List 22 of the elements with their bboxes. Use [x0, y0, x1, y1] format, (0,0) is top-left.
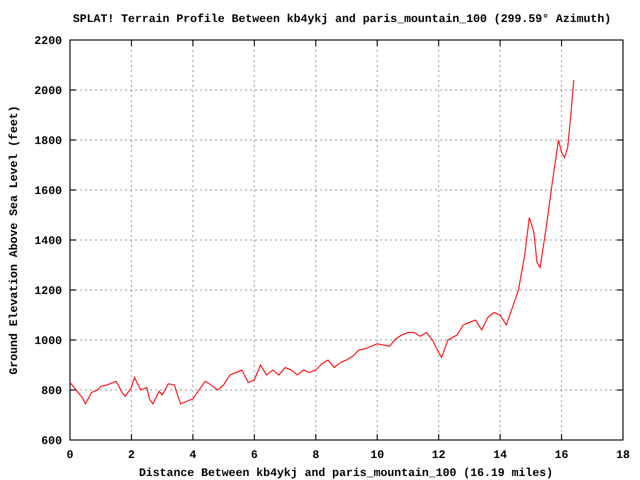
y-tick-label: 1000: [34, 335, 62, 348]
x-tick-label: 10: [370, 449, 384, 462]
x-tick-label: 2: [128, 449, 135, 462]
y-axis-label: Ground Elevation Above Sea Level (feet): [8, 105, 21, 375]
x-tick-label: 16: [554, 449, 568, 462]
chart-title: SPLAT! Terrain Profile Between kb4ykj and paris_mountain_100 (299.59° Azimuth): [72, 13, 612, 26]
y-tick-label: 2000: [34, 85, 62, 98]
y-tick-label: 1800: [34, 135, 62, 148]
x-tick-label: 0: [66, 449, 74, 462]
x-tick-label: 4: [189, 449, 196, 462]
x-tick-label: 12: [432, 449, 446, 462]
y-tick-label: 1600: [34, 185, 62, 198]
x-tick-label: 6: [250, 449, 258, 462]
x-tick-label: 14: [493, 449, 508, 462]
x-tick-label: 18: [616, 449, 630, 462]
y-tick-label: 2200: [34, 35, 62, 48]
y-tick-label: 800: [41, 385, 62, 398]
y-tick-label: 1200: [34, 285, 62, 298]
x-axis-label: Distance Between kb4ykj and paris_mountain_100 (16.19 miles): [138, 467, 554, 480]
x-tick-label: 8: [312, 449, 320, 462]
y-tick-label: 1400: [34, 235, 62, 248]
y-tick-label: 600: [41, 435, 62, 448]
